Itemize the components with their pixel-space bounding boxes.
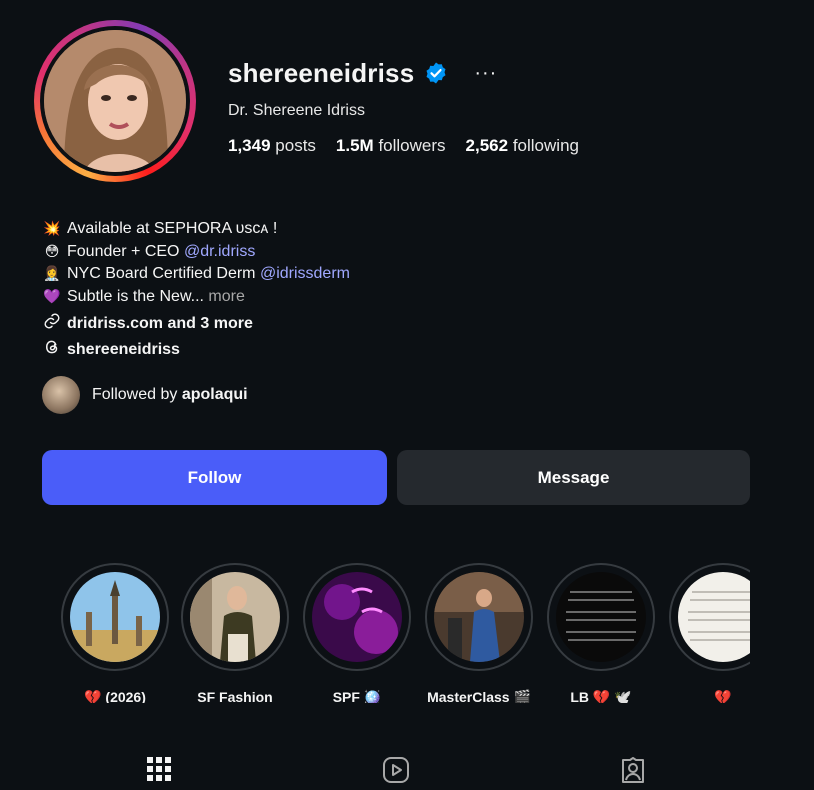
follower-avatar[interactable] — [42, 376, 80, 414]
followed-by-user[interactable]: apolaqui — [182, 386, 248, 403]
full-name: Dr. Shereene Idriss — [228, 102, 365, 119]
bio-text-part: Subtle is the New... — [67, 287, 209, 305]
followers-count: 1.5M — [335, 136, 374, 155]
bio-more-link[interactable]: more — [208, 288, 244, 305]
collision-emoji-icon: 💥 — [43, 221, 61, 237]
reels-icon[interactable] — [382, 756, 410, 784]
highlight-ring[interactable] — [181, 563, 289, 671]
posts-count: 1,349 — [228, 136, 271, 155]
followers-label: followers — [378, 136, 446, 155]
highlight-item[interactable]: 💔 — [668, 563, 750, 703]
following-stat[interactable]: 2,562 following — [466, 136, 579, 156]
profile-avatar[interactable] — [44, 30, 186, 172]
bio-text-part: NYC Board Certified Derm — [67, 265, 260, 282]
flushed-emoji-icon: 😳 — [44, 243, 60, 260]
bio-line: 👩‍⚕️ NYC Board Certified Derm @idrissder… — [43, 263, 350, 286]
mention-link[interactable]: @idrissderm — [260, 265, 350, 282]
followed-by-prefix: Followed by — [92, 386, 182, 403]
highlight-label: SPF 🪩 — [332, 689, 382, 703]
verified-badge-icon — [424, 61, 448, 85]
follow-button[interactable]: Follow — [42, 450, 387, 505]
website-link-text[interactable]: dridriss.com and 3 more — [67, 315, 253, 333]
story-highlights: 💔 (2026) SF Fashion SPF 🪩 MasterClass 🎬 … — [60, 563, 750, 703]
bio-text-part: Founder + CEO — [67, 242, 184, 260]
profile-avatar-ring[interactable] — [34, 20, 196, 182]
bio-text: Founder + CEO @dr.idriss — [67, 241, 255, 264]
link-icon — [43, 312, 61, 335]
highlight-ring[interactable] — [425, 563, 533, 671]
highlight-item[interactable]: MasterClass 🎬 — [424, 563, 534, 703]
bio-line: 😳 Founder + CEO @dr.idriss — [43, 241, 350, 264]
bio-text: Subtle is the New... more — [67, 286, 245, 309]
bio-line: 💥 Available at SEPHORA ᴜsᴄᴀ ! — [43, 218, 350, 241]
avatar-portrait — [44, 30, 186, 172]
more-options-icon[interactable]: ··· — [474, 63, 497, 83]
profile-tabs — [0, 752, 814, 790]
highlight-ring[interactable] — [547, 563, 655, 671]
profile-header: shereeneidriss ··· Dr. Shereene Idriss 1… — [228, 58, 579, 156]
highlight-label: 💔 — [714, 689, 732, 703]
highlight-cover — [556, 572, 646, 662]
bio-text: NYC Board Certified Derm @idrissderm — [67, 263, 350, 286]
tagged-icon[interactable] — [619, 756, 647, 784]
threads-icon — [43, 338, 61, 361]
avatar-gap — [40, 26, 190, 176]
doctor-emoji-icon: 👩‍⚕️ — [43, 266, 61, 282]
highlight-label: SF Fashion — [197, 689, 273, 703]
bio-line: 💜 Subtle is the New... more — [43, 286, 350, 309]
threads-handle[interactable]: shereeneidriss — [67, 341, 180, 359]
highlight-item[interactable]: 💔 (2026) — [60, 563, 170, 703]
username-row: shereeneidriss ··· — [228, 58, 579, 88]
followed-by-text: Followed by apolaqui — [92, 386, 248, 404]
highlight-ring[interactable] — [61, 563, 169, 671]
followers-stat[interactable]: 1.5M followers — [336, 136, 446, 156]
following-count: 2,562 — [465, 136, 509, 155]
highlight-item[interactable]: SF Fashion — [180, 563, 290, 703]
highlight-cover — [434, 572, 524, 662]
bio: 💥 Available at SEPHORA ᴜsᴄᴀ ! 😳 Founder … — [43, 218, 350, 308]
posts-stat: 1,349 posts — [228, 136, 316, 156]
highlight-item[interactable]: SPF 🪩 — [302, 563, 412, 703]
website-link[interactable]: dridriss.com and 3 more — [43, 312, 253, 335]
highlight-label: 💔 (2026) — [84, 689, 146, 703]
bio-text: Available at SEPHORA ᴜsᴄᴀ ! — [67, 220, 278, 237]
highlight-cover — [312, 572, 402, 662]
highlight-label: MasterClass 🎬 — [427, 689, 531, 703]
highlight-ring[interactable] — [669, 563, 750, 671]
highlight-label: LB 💔 🕊️ — [570, 689, 632, 703]
message-button[interactable]: Message — [397, 450, 750, 505]
following-label: following — [512, 136, 579, 155]
purple-heart-emoji-icon: 💜 — [43, 288, 61, 305]
grid-icon[interactable] — [146, 756, 174, 784]
highlight-cover — [190, 572, 280, 662]
followed-by[interactable]: Followed by apolaqui — [42, 376, 248, 414]
posts-label: posts — [275, 136, 316, 155]
profile-stats: 1,349 posts 1.5M followers 2,562 followi… — [228, 136, 579, 156]
username: shereeneidriss — [228, 57, 415, 88]
highlight-ring[interactable] — [303, 563, 411, 671]
threads-link[interactable]: shereeneidriss — [43, 338, 180, 361]
highlight-cover — [70, 572, 160, 662]
mention-link[interactable]: @dr.idriss — [184, 243, 255, 260]
highlight-cover — [678, 572, 750, 662]
highlight-item[interactable]: LB 💔 🕊️ — [546, 563, 656, 703]
